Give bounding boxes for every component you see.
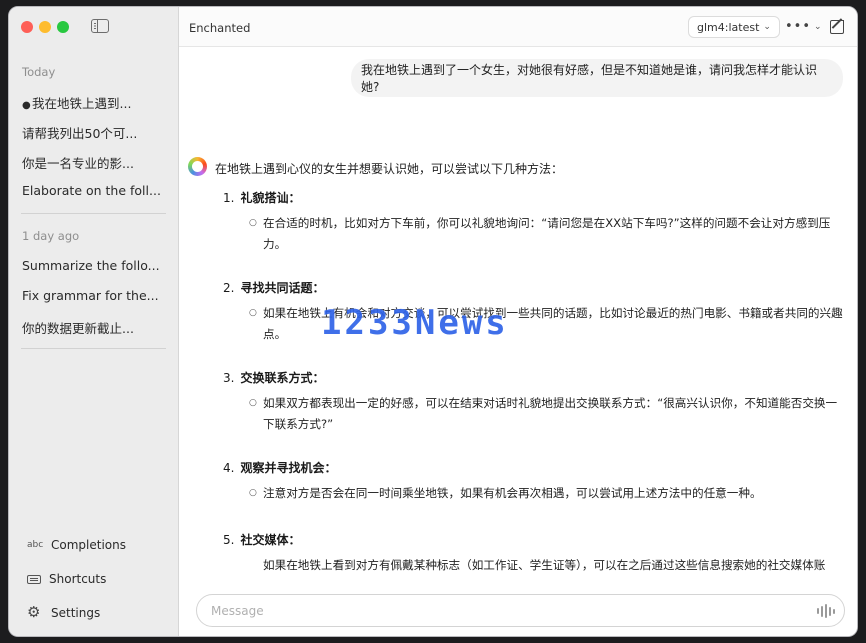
chat-main: Enchanted glm4:latest ⌄ ••• ⌄ 我在地铁上遇到了一个…: [179, 7, 857, 636]
active-bullet-icon: ●: [22, 100, 31, 111]
keyboard-icon: [27, 574, 41, 584]
abc-icon: abc: [27, 540, 44, 550]
completions-button[interactable]: abc Completions: [27, 538, 126, 552]
step-text: 如果双方都表现出一定的好感，可以在结束对话时礼貌地提出交换联系方式：“很高兴认识…: [263, 396, 838, 431]
step-number: 3.: [223, 371, 235, 385]
step-heading: 寻找共同话题：: [240, 281, 325, 295]
new-chat-icon[interactable]: [830, 20, 844, 34]
history-item[interactable]: 你是一名专业的影...: [22, 153, 162, 172]
step-title: 4. 观察并寻找机会：: [223, 459, 336, 476]
bullet-icon: ○: [249, 488, 257, 498]
bullet-icon: ○: [249, 308, 257, 318]
voice-waveform-icon[interactable]: [817, 604, 835, 618]
window-controls: [21, 21, 69, 33]
history-item[interactable]: Fix grammar for the...: [22, 288, 162, 303]
message-input-bar[interactable]: [196, 594, 845, 627]
step-heading: 交换联系方式：: [240, 371, 325, 385]
step-text: 注意对方是否会在同一时间乘坐地铁，如果有机会再次相遇，可以尝试用上述方法中的任意…: [263, 486, 762, 500]
assistant-avatar-icon: [188, 157, 207, 176]
model-name: glm4:latest: [697, 20, 760, 34]
history-item-label: 我在地铁上遇到...: [32, 96, 132, 111]
step-title: 3. 交换联系方式：: [223, 369, 324, 386]
shortcuts-button[interactable]: Shortcuts: [27, 572, 106, 586]
watermark-logo: 1233News: [321, 303, 509, 343]
section-label-1-day-ago: 1 day ago: [22, 229, 80, 243]
user-message-bubble: 我在地铁上遇到了一个女生，对她很有好感，但是不知道她是谁，请问我怎样才能认识她?: [351, 59, 843, 97]
step-title: 5. 社交媒体：: [223, 531, 300, 548]
chevron-down-icon: ⌄: [814, 21, 823, 32]
step-title: 1. 礼貌搭讪：: [223, 189, 300, 206]
step-number: 4.: [223, 461, 235, 475]
more-options-button[interactable]: ••• ⌄: [785, 19, 823, 34]
minimize-window-button[interactable]: [39, 21, 51, 33]
step-number: 5.: [223, 533, 235, 547]
step-heading: 观察并寻找机会：: [240, 461, 337, 475]
app-title: Enchanted: [189, 21, 251, 35]
ellipsis-icon: •••: [785, 19, 812, 34]
sidebar: Today ●我在地铁上遇到... 请帮我列出50个可... 你是一名专业的影.…: [9, 7, 179, 636]
close-window-button[interactable]: [21, 21, 33, 33]
toolbar: Enchanted glm4:latest ⌄ ••• ⌄: [179, 7, 857, 47]
history-item[interactable]: 请帮我列出50个可...: [22, 123, 162, 142]
sidebar-toggle-icon[interactable]: [91, 19, 109, 33]
step-heading: 社交媒体：: [240, 533, 301, 547]
step-heading: 礼貌搭讪：: [240, 191, 301, 205]
sidebar-divider: [21, 348, 166, 349]
history-item[interactable]: Summarize the follo...: [22, 258, 162, 273]
step-body: ○ 注意对方是否会在同一时间乘坐地铁，如果有机会再次相遇，可以尝试用上述方法中的任…: [249, 483, 843, 504]
step-body: ○如果在地铁上看到对方有佩戴某种标志（如工作证、学生证等），可以在之后通过这些信…: [263, 555, 843, 574]
bullet-icon: ○: [249, 398, 257, 408]
step-title: 2. 寻找共同话题：: [223, 279, 324, 296]
message-input[interactable]: [211, 602, 791, 620]
step-number: 2.: [223, 281, 235, 295]
step-body: ○ 如果双方都表现出一定的好感，可以在结束对话时礼貌地提出交换联系方式：“很高兴认…: [249, 393, 843, 435]
shortcuts-label: Shortcuts: [49, 572, 107, 586]
step-body: ○ 在合适的时机，比如对方下车前，你可以礼貌地询问：“请问您是在XX站下车吗?”这…: [249, 213, 843, 255]
settings-button[interactable]: ⚙ Settings: [27, 605, 100, 620]
gear-icon: ⚙: [27, 603, 41, 621]
settings-label: Settings: [51, 605, 101, 620]
history-item[interactable]: Elaborate on the foll...: [22, 183, 162, 198]
model-selector[interactable]: glm4:latest ⌄: [688, 16, 780, 38]
step-text: 如果在地铁上看到对方有佩戴某种标志（如工作证、学生证等），可以在之后通过这些信息…: [263, 558, 826, 572]
sidebar-divider: [21, 213, 166, 214]
step-number: 1.: [223, 191, 235, 205]
step-text: 在合适的时机，比如对方下车前，你可以礼貌地询问：“请问您是在XX站下车吗?”这样…: [263, 216, 831, 251]
chevron-down-icon: ⌄: [763, 22, 771, 32]
history-item[interactable]: 你的数据更新截止...: [22, 318, 162, 337]
bullet-icon: ○: [249, 218, 257, 228]
assistant-intro: 在地铁上遇到心仪的女生并想要认识她，可以尝试以下几种方法：: [215, 162, 564, 176]
app-window: Today ●我在地铁上遇到... 请帮我列出50个可... 你是一名专业的影.…: [8, 6, 858, 637]
section-label-today: Today: [22, 65, 56, 79]
completions-label: Completions: [51, 538, 126, 552]
history-item[interactable]: ●我在地铁上遇到...: [22, 93, 162, 112]
zoom-window-button[interactable]: [57, 21, 69, 33]
